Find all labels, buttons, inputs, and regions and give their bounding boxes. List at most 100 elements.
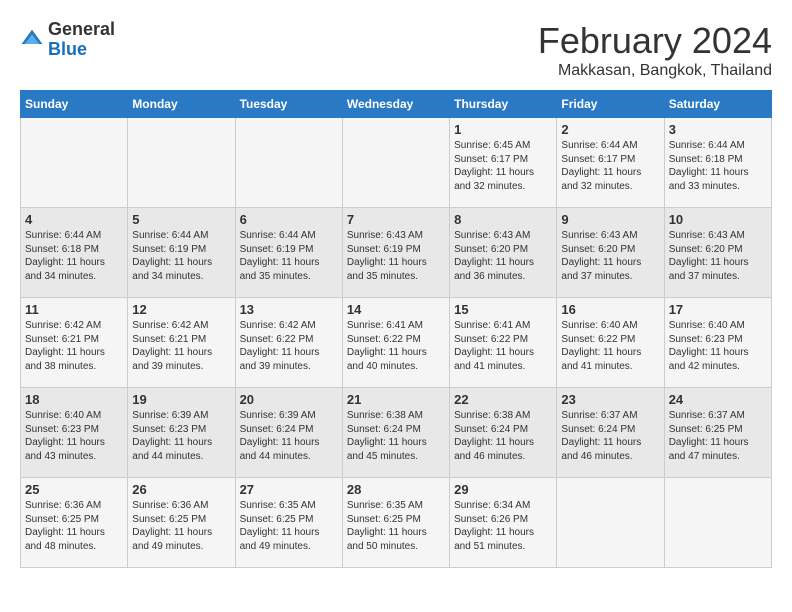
day-number: 24 [669, 392, 767, 407]
calendar-cell: 19 Sunrise: 6:39 AM Sunset: 6:23 PM Dayli… [128, 388, 235, 478]
calendar-cell: 16Sunrise: 6:40 AM Sunset: 6:22 PM Dayli… [557, 298, 664, 388]
calendar-cell: 28 Sunrise: 6:35 AM Sunset: 6:25 PM Dayli… [342, 478, 449, 568]
day-info: Sunrise: 6:38 AM Sunset: 6:24 PM Dayligh… [454, 409, 552, 463]
day-info: Sunrise: 6:43 AM Sunset: 6:20 PM Dayligh… [669, 229, 767, 283]
calendar-cell: 3 Sunrise: 6:44 AM Sunset: 6:18 PM Daylig… [664, 118, 771, 208]
day-number: 6 [240, 212, 338, 227]
calendar-cell: 8 Sunrise: 6:43 AM Sunset: 6:20 PM Daylig… [450, 208, 557, 298]
logo-icon [20, 28, 44, 52]
day-info: Sunrise: 6:34 AM Sunset: 6:26 PM Dayligh… [454, 499, 552, 553]
calendar-cell: 4 Sunrise: 6:44 AM Sunset: 6:18 PM Daylig… [21, 208, 128, 298]
day-number: 15 [454, 302, 552, 317]
calendar-weekday-friday: Friday [557, 91, 664, 118]
calendar-cell: 17Sunrise: 6:40 AM Sunset: 6:23 PM Dayli… [664, 298, 771, 388]
calendar-cell: 25Sunrise: 6:36 AM Sunset: 6:25 PM Dayli… [21, 478, 128, 568]
calendar-header-row: SundayMondayTuesdayWednesdayThursdayFrid… [21, 91, 772, 118]
calendar-cell: 14 Sunrise: 6:41 AM Sunset: 6:22 PM Dayli… [342, 298, 449, 388]
calendar-week-row: 18Sunrise: 6:40 AM Sunset: 6:23 PM Dayli… [21, 388, 772, 478]
day-number: 18 [25, 392, 123, 407]
day-info: Sunrise: 6:43 AM Sunset: 6:19 PM Dayligh… [347, 229, 445, 283]
calendar-cell: 26Sunrise: 6:36 AM Sunset: 6:25 PM Dayli… [128, 478, 235, 568]
logo-blue-text: Blue [48, 39, 87, 59]
calendar-week-row: 1 Sunrise: 6:45 AM Sunset: 6:17 PM Daylig… [21, 118, 772, 208]
calendar-cell [128, 118, 235, 208]
day-number: 29 [454, 482, 552, 497]
calendar-cell [235, 118, 342, 208]
calendar-weekday-wednesday: Wednesday [342, 91, 449, 118]
page-header: General Blue February 2024 Makkasan, Ban… [20, 20, 772, 80]
title-section: February 2024 Makkasan, Bangkok, Thailan… [538, 20, 772, 80]
calendar-cell: 20 Sunrise: 6:39 AM Sunset: 6:24 PM Dayli… [235, 388, 342, 478]
day-number: 10 [669, 212, 767, 227]
day-number: 13 [240, 302, 338, 317]
calendar-cell: 13Sunrise: 6:42 AM Sunset: 6:22 PM Dayli… [235, 298, 342, 388]
calendar-week-row: 11 Sunrise: 6:42 AM Sunset: 6:21 PM Dayli… [21, 298, 772, 388]
day-info: Sunrise: 6:37 AM Sunset: 6:25 PM Dayligh… [669, 409, 767, 463]
day-number: 5 [132, 212, 230, 227]
calendar-weekday-tuesday: Tuesday [235, 91, 342, 118]
day-info: Sunrise: 6:44 AM Sunset: 6:19 PM Dayligh… [132, 229, 230, 283]
calendar-cell: 12 Sunrise: 6:42 AM Sunset: 6:21 PM Dayli… [128, 298, 235, 388]
calendar-week-row: 4 Sunrise: 6:44 AM Sunset: 6:18 PM Daylig… [21, 208, 772, 298]
day-number: 14 [347, 302, 445, 317]
day-number: 8 [454, 212, 552, 227]
calendar-body: 1 Sunrise: 6:45 AM Sunset: 6:17 PM Daylig… [21, 118, 772, 568]
day-number: 4 [25, 212, 123, 227]
calendar-cell: 5 Sunrise: 6:44 AM Sunset: 6:19 PM Daylig… [128, 208, 235, 298]
day-number: 23 [561, 392, 659, 407]
calendar-cell: 11 Sunrise: 6:42 AM Sunset: 6:21 PM Dayli… [21, 298, 128, 388]
day-info: Sunrise: 6:41 AM Sunset: 6:22 PM Dayligh… [454, 319, 552, 373]
calendar-table: SundayMondayTuesdayWednesdayThursdayFrid… [20, 90, 772, 568]
logo: General Blue [20, 20, 115, 60]
day-info: Sunrise: 6:43 AM Sunset: 6:20 PM Dayligh… [454, 229, 552, 283]
calendar-cell: 21Sunrise: 6:38 AM Sunset: 6:24 PM Dayli… [342, 388, 449, 478]
day-info: Sunrise: 6:42 AM Sunset: 6:21 PM Dayligh… [25, 319, 123, 373]
day-number: 21 [347, 392, 445, 407]
day-number: 9 [561, 212, 659, 227]
day-info: Sunrise: 6:43 AM Sunset: 6:20 PM Dayligh… [561, 229, 659, 283]
calendar-cell: 1 Sunrise: 6:45 AM Sunset: 6:17 PM Daylig… [450, 118, 557, 208]
day-number: 1 [454, 122, 552, 137]
calendar-cell [664, 478, 771, 568]
day-info: Sunrise: 6:44 AM Sunset: 6:18 PM Dayligh… [25, 229, 123, 283]
page-subtitle: Makkasan, Bangkok, Thailand [538, 62, 772, 80]
day-info: Sunrise: 6:39 AM Sunset: 6:23 PM Dayligh… [132, 409, 230, 463]
calendar-cell: 10 Sunrise: 6:43 AM Sunset: 6:20 PM Dayli… [664, 208, 771, 298]
calendar-cell: 2 Sunrise: 6:44 AM Sunset: 6:17 PM Daylig… [557, 118, 664, 208]
day-info: Sunrise: 6:39 AM Sunset: 6:24 PM Dayligh… [240, 409, 338, 463]
calendar-cell: 18Sunrise: 6:40 AM Sunset: 6:23 PM Dayli… [21, 388, 128, 478]
calendar-cell: 6Sunrise: 6:44 AM Sunset: 6:19 PM Daylig… [235, 208, 342, 298]
calendar-cell [342, 118, 449, 208]
calendar-weekday-sunday: Sunday [21, 91, 128, 118]
day-info: Sunrise: 6:40 AM Sunset: 6:22 PM Dayligh… [561, 319, 659, 373]
day-info: Sunrise: 6:44 AM Sunset: 6:17 PM Dayligh… [561, 139, 659, 193]
calendar-cell: 23Sunrise: 6:37 AM Sunset: 6:24 PM Dayli… [557, 388, 664, 478]
day-number: 7 [347, 212, 445, 227]
day-info: Sunrise: 6:44 AM Sunset: 6:18 PM Dayligh… [669, 139, 767, 193]
calendar-cell [557, 478, 664, 568]
day-info: Sunrise: 6:41 AM Sunset: 6:22 PM Dayligh… [347, 319, 445, 373]
calendar-weekday-saturday: Saturday [664, 91, 771, 118]
day-number: 22 [454, 392, 552, 407]
calendar-cell: 9 Sunrise: 6:43 AM Sunset: 6:20 PM Daylig… [557, 208, 664, 298]
day-number: 11 [25, 302, 123, 317]
day-number: 2 [561, 122, 659, 137]
calendar-cell: 27Sunrise: 6:35 AM Sunset: 6:25 PM Dayli… [235, 478, 342, 568]
day-number: 3 [669, 122, 767, 137]
day-number: 19 [132, 392, 230, 407]
day-info: Sunrise: 6:36 AM Sunset: 6:25 PM Dayligh… [25, 499, 123, 553]
logo-text: General Blue [48, 20, 115, 60]
page-title: February 2024 [538, 20, 772, 62]
logo-general-text: General [48, 19, 115, 39]
day-number: 28 [347, 482, 445, 497]
day-info: Sunrise: 6:36 AM Sunset: 6:25 PM Dayligh… [132, 499, 230, 553]
day-info: Sunrise: 6:45 AM Sunset: 6:17 PM Dayligh… [454, 139, 552, 193]
day-number: 17 [669, 302, 767, 317]
day-info: Sunrise: 6:35 AM Sunset: 6:25 PM Dayligh… [347, 499, 445, 553]
calendar-header: SundayMondayTuesdayWednesdayThursdayFrid… [21, 91, 772, 118]
day-info: Sunrise: 6:42 AM Sunset: 6:21 PM Dayligh… [132, 319, 230, 373]
calendar-cell: 29 Sunrise: 6:34 AM Sunset: 6:26 PM Dayli… [450, 478, 557, 568]
day-number: 12 [132, 302, 230, 317]
day-number: 20 [240, 392, 338, 407]
calendar-week-row: 25Sunrise: 6:36 AM Sunset: 6:25 PM Dayli… [21, 478, 772, 568]
